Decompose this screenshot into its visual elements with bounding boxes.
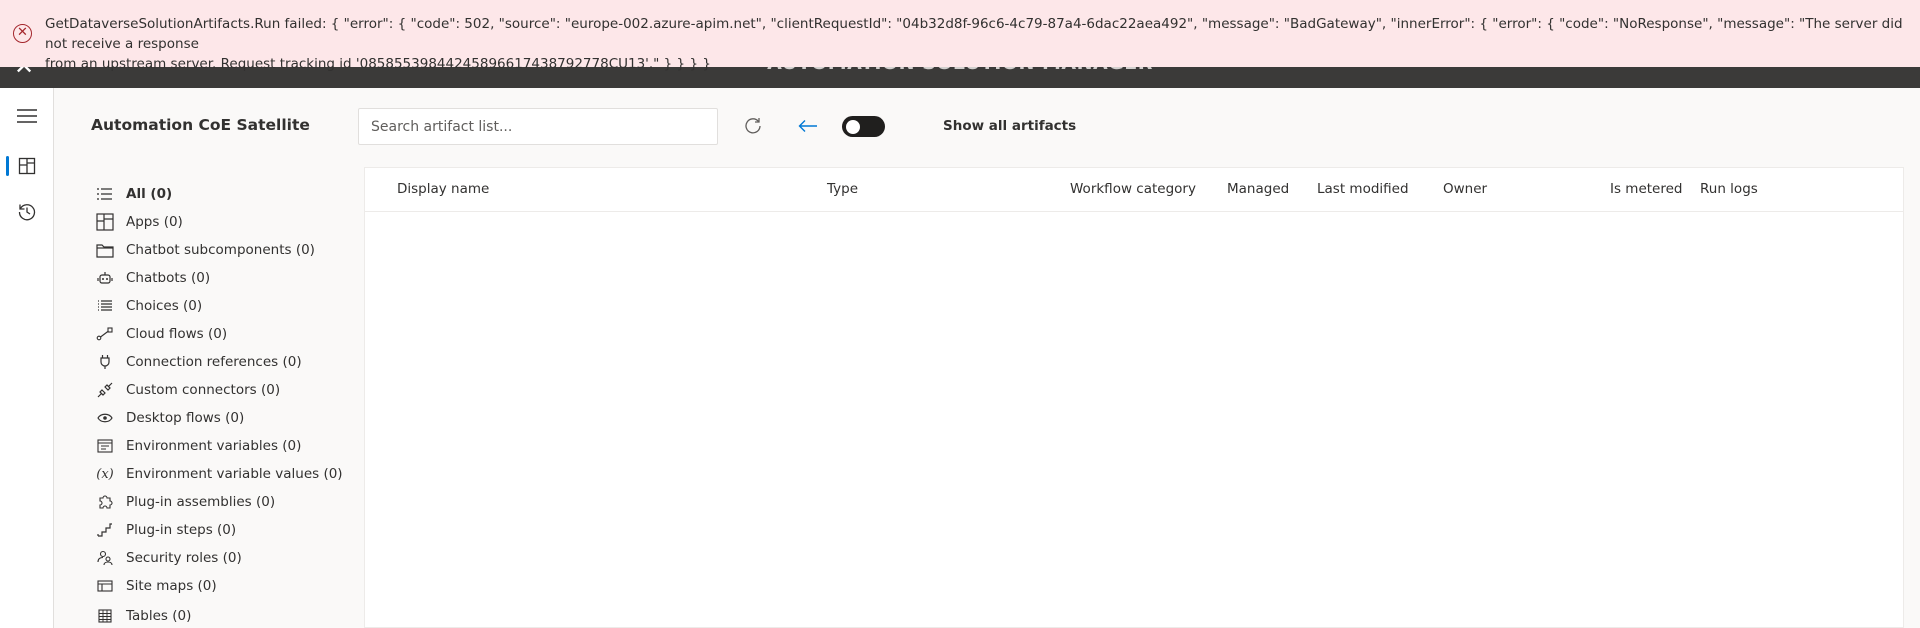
nav-item-plug-in-steps[interactable]: Plug-in steps (0) <box>96 516 343 544</box>
nav-item-site-maps[interactable]: Site maps (0) <box>96 572 343 600</box>
eye-icon <box>96 409 114 427</box>
back-arrow-icon[interactable] <box>794 112 822 140</box>
nav-item-environment-variable-values[interactable]: (x) Environment variable values (0) <box>96 460 343 488</box>
bot-icon <box>96 269 114 287</box>
table-header: Display name Type Workflow category Mana… <box>365 168 1903 212</box>
error-message-line-2: from an upstream server. Request trackin… <box>45 56 711 72</box>
environment-title: Automation CoE Satellite <box>91 116 310 134</box>
refresh-icon[interactable] <box>739 112 767 140</box>
nav-item-label: Site maps (0) <box>126 578 217 594</box>
nav-item-all[interactable]: All (0) <box>96 180 343 208</box>
error-banner: ✕ GetDataverseSolutionArtifacts.Run fail… <box>0 0 1920 72</box>
left-rail <box>0 88 54 628</box>
nav-item-label: Chatbots (0) <box>126 270 211 286</box>
table-icon <box>96 607 114 625</box>
nav-item-desktop-flows[interactable]: Desktop flows (0) <box>96 404 343 432</box>
variable-icon: (x) <box>96 466 114 482</box>
column-header-display-name[interactable]: Display name <box>397 181 489 197</box>
plug-icon <box>96 353 114 371</box>
column-header-run-logs[interactable]: Run logs <box>1700 181 1758 197</box>
environment-icon <box>96 437 114 455</box>
nav-item-plug-in-assemblies[interactable]: Plug-in assemblies (0) <box>96 488 343 516</box>
folder-icon <box>96 241 114 259</box>
nav-item-label: Environment variable values (0) <box>126 466 343 482</box>
nav-item-tables[interactable]: Tables (0) <box>96 602 343 628</box>
column-header-workflow-category[interactable]: Workflow category <box>1070 181 1196 197</box>
apps-icon <box>96 213 114 231</box>
column-header-owner[interactable]: Owner <box>1443 181 1487 197</box>
nav-item-label: Plug-in steps (0) <box>126 522 237 538</box>
nav-item-label: All (0) <box>126 186 173 202</box>
error-message: GetDataverseSolutionArtifacts.Run failed… <box>45 14 1907 74</box>
artifact-type-nav: All (0) Apps (0) Chatbot subcomponents (… <box>96 180 343 628</box>
error-circle-icon: ✕ <box>13 24 32 43</box>
list-icon <box>96 185 114 203</box>
nav-item-chatbots[interactable]: Chatbots (0) <box>96 264 343 292</box>
nav-item-chatbot-subcomponents[interactable]: Chatbot subcomponents (0) <box>96 236 343 264</box>
sitemap-icon <box>96 577 114 595</box>
steps-icon <box>96 521 114 539</box>
show-all-artifacts-label: Show all artifacts <box>943 118 1077 134</box>
nav-item-label: Chatbot subcomponents (0) <box>126 242 315 258</box>
nav-item-label: Plug-in assemblies (0) <box>126 494 276 510</box>
nav-item-connection-references[interactable]: Connection references (0) <box>96 348 343 376</box>
nav-item-apps[interactable]: Apps (0) <box>96 208 343 236</box>
people-icon <box>96 549 114 567</box>
nav-item-label: Tables (0) <box>126 608 192 624</box>
nav-item-label: Desktop flows (0) <box>126 410 245 426</box>
nav-item-choices[interactable]: Choices (0) <box>96 292 343 320</box>
nav-item-label: Connection references (0) <box>126 354 302 370</box>
artifacts-icon[interactable] <box>0 146 54 186</box>
choices-icon <box>96 297 114 315</box>
nav-item-label: Cloud flows (0) <box>126 326 228 342</box>
nav-item-custom-connectors[interactable]: Custom connectors (0) <box>96 376 343 404</box>
nav-item-cloud-flows[interactable]: Cloud flows (0) <box>96 320 343 348</box>
nav-item-environment-variables[interactable]: Environment variables (0) <box>96 432 343 460</box>
nav-item-security-roles[interactable]: Security roles (0) <box>96 544 343 572</box>
column-header-last-modified[interactable]: Last modified <box>1317 181 1409 197</box>
nav-item-label: Security roles (0) <box>126 550 242 566</box>
connector-icon <box>96 381 114 399</box>
history-icon[interactable] <box>0 192 54 232</box>
search-input[interactable] <box>358 108 718 145</box>
error-message-line-1: GetDataverseSolutionArtifacts.Run failed… <box>45 16 1903 52</box>
nav-item-label: Environment variables (0) <box>126 438 302 454</box>
nav-item-label: Apps (0) <box>126 214 183 230</box>
column-header-managed[interactable]: Managed <box>1227 181 1289 197</box>
column-header-type[interactable]: Type <box>827 181 858 197</box>
show-all-artifacts-toggle[interactable] <box>842 116 885 137</box>
flow-icon <box>96 325 114 343</box>
hamburger-menu-icon[interactable] <box>0 96 54 136</box>
artifact-table: Display name Type Workflow category Mana… <box>364 167 1904 628</box>
nav-item-label: Custom connectors (0) <box>126 382 281 398</box>
nav-item-label: Choices (0) <box>126 298 203 314</box>
column-header-is-metered[interactable]: Is metered <box>1610 181 1683 197</box>
puzzle-icon <box>96 493 114 511</box>
